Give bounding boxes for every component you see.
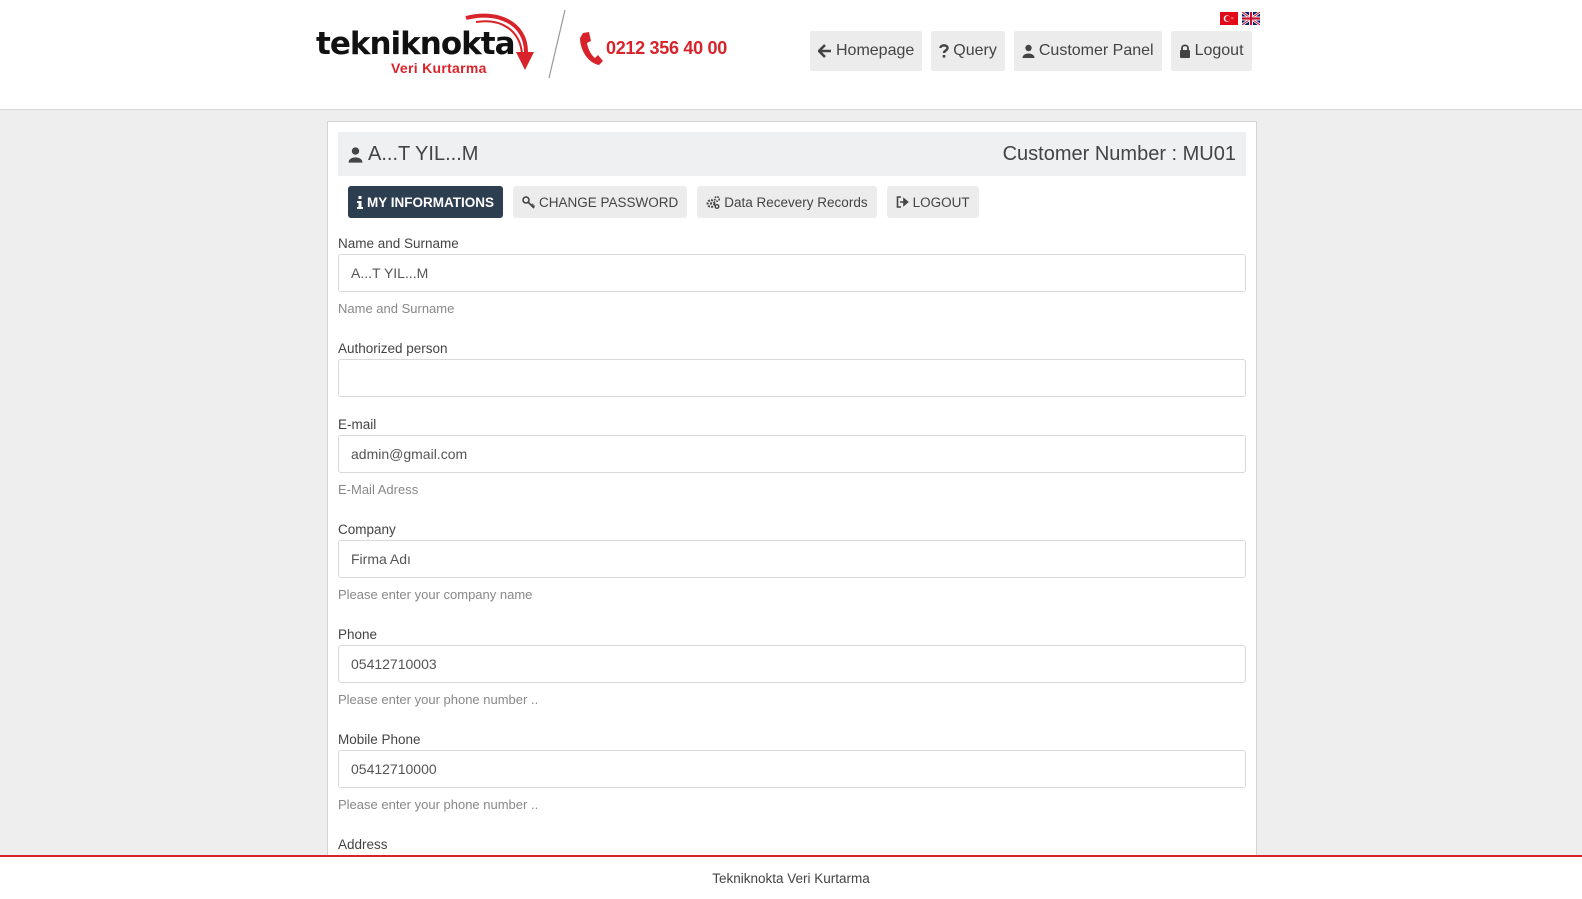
- language-switcher: [1220, 12, 1260, 25]
- tab-change-password[interactable]: CHANGE PASSWORD: [513, 186, 688, 218]
- homepage-button[interactable]: Homepage: [810, 31, 923, 71]
- phone-number: 0212 356 40 00: [606, 37, 727, 58]
- homepage-label: Homepage: [836, 42, 915, 59]
- logout-label: Logout: [1194, 42, 1244, 59]
- email-label: E-mail: [338, 417, 377, 432]
- footer-text: Tekniknokta Veri Kurtarma: [712, 870, 870, 886]
- field-email: E-mail E-Mail Adress: [338, 415, 1246, 520]
- email-help: E-Mail Adress: [338, 482, 419, 497]
- phone-label: Phone: [338, 627, 378, 642]
- phone-input[interactable]: [338, 645, 1246, 683]
- email-input[interactable]: [338, 435, 1246, 473]
- lock-icon: [1179, 44, 1190, 58]
- phone-help: Please enter your phone number ..: [338, 692, 539, 707]
- user-title: A...T YIL...M: [348, 143, 478, 166]
- site-footer: Tekniknokta Veri Kurtarma: [0, 855, 1582, 899]
- site-logo[interactable]: tekniknokta Veri Kurtarma: [316, 12, 534, 78]
- customer-panel: A...T YIL...M Customer Number : MU01 MY …: [327, 121, 1257, 881]
- question-icon: [939, 44, 949, 58]
- name-label: Name and Surname: [338, 236, 459, 251]
- mobile-help: Please enter your phone number ..: [338, 797, 539, 812]
- mobile-input[interactable]: [338, 750, 1246, 788]
- address-label: Address: [338, 837, 388, 852]
- field-authorized: Authorized person: [338, 339, 1246, 415]
- field-mobile: Mobile Phone Please enter your phone num…: [338, 730, 1246, 835]
- field-company: Company Please enter your company name: [338, 520, 1246, 625]
- customer-panel-button[interactable]: Customer Panel: [1013, 31, 1162, 71]
- info-icon: [357, 195, 363, 209]
- name-input[interactable]: [338, 254, 1246, 292]
- authorized-input[interactable]: [338, 359, 1246, 397]
- arrow-left-icon: [818, 44, 831, 58]
- panel-tabs: MY INFORMATIONS CHANGE PASSWORD Data Rec…: [348, 186, 979, 218]
- name-help: Name and Surname: [338, 301, 455, 316]
- user-icon: [1022, 44, 1035, 58]
- company-help: Please enter your company name: [338, 587, 533, 602]
- header-divider: [548, 9, 566, 79]
- phone-icon: [580, 32, 603, 65]
- header-phone[interactable]: 0212 356 40 00: [578, 30, 727, 66]
- user-name: A...T YIL...M: [368, 142, 479, 165]
- logo-wordmark: tekniknokta: [316, 26, 515, 62]
- authorized-label: Authorized person: [338, 341, 448, 356]
- company-input[interactable]: [338, 540, 1246, 578]
- gears-icon: [706, 195, 721, 209]
- tab-my-informations-label: MY INFORMATIONS: [367, 194, 494, 210]
- customer-number: Customer Number : MU01: [1002, 142, 1236, 165]
- query-label: Query: [953, 42, 997, 59]
- field-name: Name and Surname Name and Surname: [338, 234, 1246, 339]
- flag-uk-icon[interactable]: [1242, 12, 1260, 25]
- main-nav: Homepage Query Customer Panel Logout: [810, 31, 1252, 71]
- customer-panel-label: Customer Panel: [1038, 42, 1154, 59]
- mobile-label: Mobile Phone: [338, 732, 421, 747]
- my-informations-form: Name and Surname Name and Surname Author…: [338, 234, 1246, 865]
- panel-header: A...T YIL...M Customer Number : MU01: [338, 132, 1246, 176]
- company-label: Company: [338, 522, 396, 537]
- logout-button[interactable]: Logout: [1170, 31, 1252, 71]
- tab-data-recovery-records[interactable]: Data Recevery Records: [697, 186, 877, 218]
- user-icon: [348, 146, 363, 163]
- tab-my-informations[interactable]: MY INFORMATIONS: [348, 186, 503, 218]
- flag-tr-icon[interactable]: [1220, 12, 1238, 25]
- query-button[interactable]: Query: [931, 31, 1005, 71]
- tab-logout-label: LOGOUT: [912, 194, 970, 210]
- tab-data-recovery-label: Data Recevery Records: [724, 194, 868, 210]
- sign-out-icon: [896, 196, 909, 208]
- site-header: tekniknokta Veri Kurtarma 0212 356 40 00: [0, 0, 1582, 110]
- logo-subtitle: Veri Kurtarma: [391, 60, 487, 76]
- field-phone: Phone Please enter your phone number ..: [338, 625, 1246, 730]
- tab-change-password-label: CHANGE PASSWORD: [539, 194, 679, 210]
- tab-logout[interactable]: LOGOUT: [886, 186, 979, 218]
- key-icon: [522, 195, 535, 209]
